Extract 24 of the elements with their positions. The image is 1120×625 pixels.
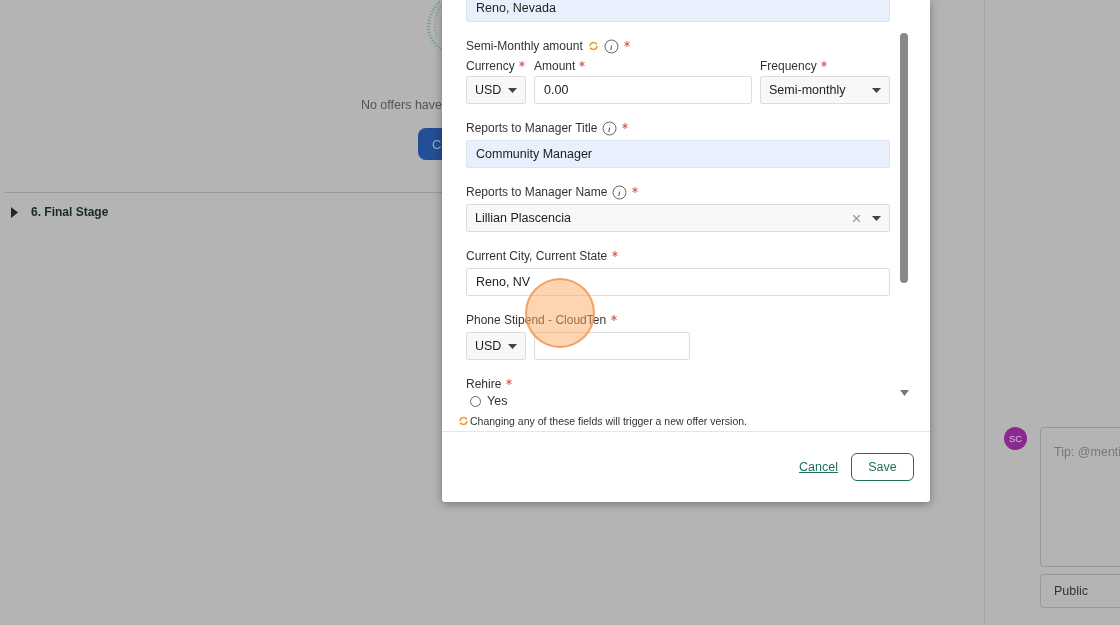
save-button[interactable]: Save <box>851 453 914 481</box>
field-label: Current City, Current State <box>466 249 608 263</box>
note-text: Changing any of these fields will trigger a new offer version. <box>470 415 748 427</box>
cancel-link[interactable]: Cancel <box>799 460 838 474</box>
input-field[interactable]: Community Manager <box>466 140 890 168</box>
option-label[interactable]: Yes <box>487 394 508 408</box>
field-label: Frequency <box>760 59 817 73</box>
field-label: Reports to Manager Title <box>466 121 598 135</box>
input-field[interactable]: Reno, NV <box>466 268 890 296</box>
input-field[interactable]: Reno, Nevada <box>466 0 890 22</box>
dropdown[interactable]: Lillian Plascencia <box>466 204 890 232</box>
visibility-dropdown[interactable]: Public <box>1040 574 1120 608</box>
input-field[interactable]: 0.00 <box>534 76 752 104</box>
field-label: Currency <box>466 59 515 73</box>
dropdown[interactable]: Semi-monthly <box>760 76 890 104</box>
field-label: Reports to Manager Name <box>466 185 608 199</box>
empty-message: No offers have <box>360 98 442 112</box>
field-label: Rehire <box>466 377 502 391</box>
user-avatar: SC <box>1004 427 1027 450</box>
section-title[interactable]: 6. Final Stage <box>31 205 109 219</box>
field-label: Amount <box>534 59 576 73</box>
dropdown[interactable]: USD <box>466 76 526 104</box>
dropdown[interactable]: USD <box>466 332 526 360</box>
field-label: Semi-Monthly amount <box>466 39 583 53</box>
